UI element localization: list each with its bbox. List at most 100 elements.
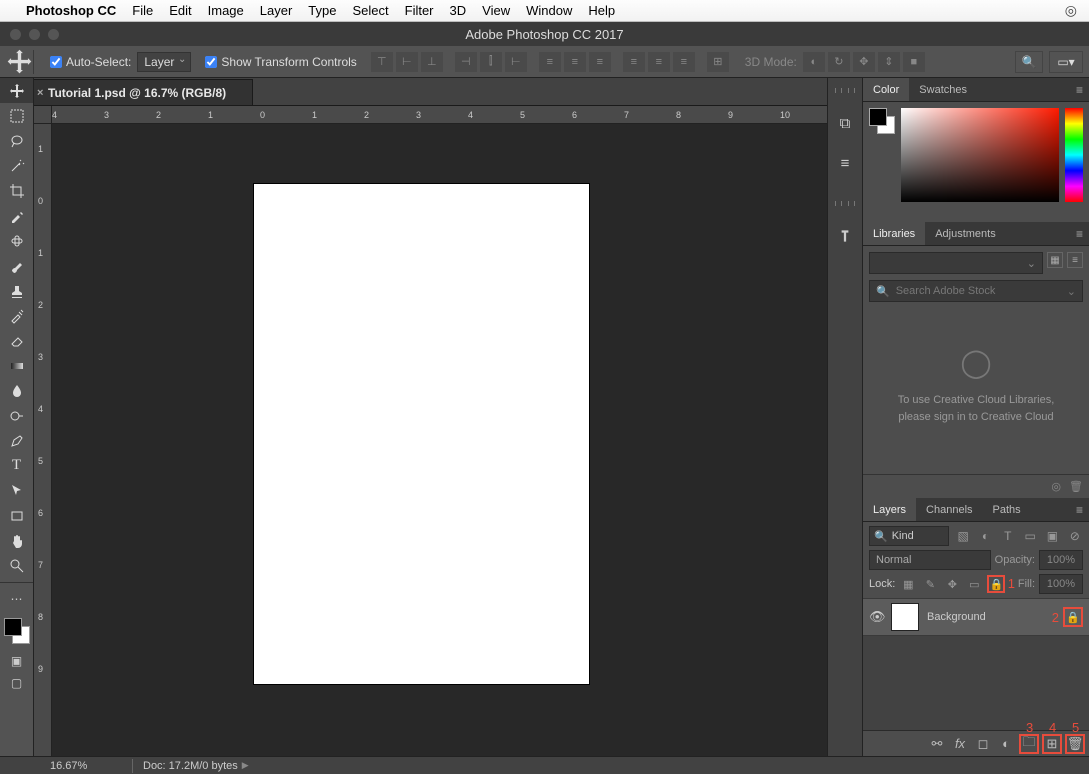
marquee-tool[interactable]	[0, 103, 33, 128]
history-panel-icon[interactable]: ⧉	[833, 111, 857, 135]
layer-fx-icon[interactable]: fx	[950, 734, 970, 754]
document-tab[interactable]: × Tutorial 1.psd @ 16.7% (RGB/8)	[34, 79, 253, 105]
adjustment-layer-icon[interactable]: ◐	[996, 734, 1016, 754]
color-swatches[interactable]	[0, 616, 33, 650]
ruler-origin[interactable]	[34, 106, 52, 124]
type-tool[interactable]: T	[0, 453, 33, 478]
lasso-tool[interactable]	[0, 128, 33, 153]
3d-slide-icon[interactable]: ⇕	[878, 52, 900, 72]
canvas[interactable]	[254, 184, 589, 684]
move-tool[interactable]	[0, 78, 33, 103]
align-top-icon[interactable]: ⊤	[371, 52, 393, 72]
distribute-4-icon[interactable]: ≡	[623, 52, 645, 72]
3d-pan-icon[interactable]: ✥	[853, 52, 875, 72]
3d-orbit-icon[interactable]: ◐	[803, 52, 825, 72]
traffic-close[interactable]	[10, 29, 21, 40]
pen-tool[interactable]	[0, 428, 33, 453]
stamp-tool[interactable]	[0, 278, 33, 303]
tab-layers[interactable]: Layers	[863, 498, 916, 521]
menu-window[interactable]: Window	[526, 3, 572, 18]
tab-color[interactable]: Color	[863, 78, 909, 101]
distribute-2-icon[interactable]: ≡	[564, 52, 586, 72]
tab-swatches[interactable]: Swatches	[909, 78, 977, 101]
opacity-value[interactable]: 100%	[1039, 550, 1083, 570]
lib-list-view-icon[interactable]: ≡	[1067, 252, 1083, 268]
libraries-panel-menu-icon[interactable]: ≡	[1070, 227, 1089, 241]
layer-lock-icon[interactable]: 🔒	[1063, 607, 1083, 627]
menu-select[interactable]: Select	[352, 3, 388, 18]
current-tool-icon[interactable]	[6, 50, 34, 74]
zoom-tool[interactable]	[0, 553, 33, 578]
filter-shape-icon[interactable]: ▭	[1022, 527, 1038, 545]
gradient-tool[interactable]	[0, 353, 33, 378]
auto-select-target[interactable]: Layer	[137, 52, 191, 72]
cc-sync-icon[interactable]: ◎	[1051, 480, 1061, 493]
align-vcenter-icon[interactable]: ⊢	[396, 52, 418, 72]
magic-wand-tool[interactable]	[0, 153, 33, 178]
canvas-viewport[interactable]: 4321012345678910 10123456789	[34, 106, 827, 756]
filter-type-icon[interactable]: T	[1000, 527, 1016, 545]
align-hcenter-icon[interactable]: ⫿	[480, 52, 502, 72]
tab-paths[interactable]: Paths	[983, 498, 1031, 521]
healing-tool[interactable]	[0, 228, 33, 253]
menu-filter[interactable]: Filter	[405, 3, 434, 18]
color-mini-swatch[interactable]	[869, 108, 895, 134]
show-transform-checkbox[interactable]	[205, 56, 217, 68]
quickmask-icon[interactable]: ▣	[0, 650, 33, 672]
filter-smart-icon[interactable]: ▣	[1044, 527, 1060, 545]
align-right-icon[interactable]: ⊢	[505, 52, 527, 72]
blur-tool[interactable]	[0, 378, 33, 403]
distribute-3-icon[interactable]: ≡	[589, 52, 611, 72]
lock-position-icon[interactable]: ✥	[943, 575, 961, 593]
properties-panel-icon[interactable]: ≡	[833, 151, 857, 175]
app-name[interactable]: Photoshop CC	[26, 3, 116, 18]
traffic-zoom[interactable]	[48, 29, 59, 40]
distribute-5-icon[interactable]: ≡	[648, 52, 670, 72]
close-tab-icon[interactable]: ×	[37, 87, 43, 99]
brush-tool[interactable]	[0, 253, 33, 278]
color-field[interactable]	[901, 108, 1059, 202]
link-layers-icon[interactable]: ⚯	[927, 734, 947, 754]
delete-layer-icon[interactable]: 🗑 5	[1065, 734, 1085, 754]
library-select[interactable]	[869, 252, 1043, 274]
filter-pixel-icon[interactable]: ▧	[955, 527, 971, 545]
menu-file[interactable]: File	[132, 3, 153, 18]
tray-cc-icon[interactable]: ◎	[1065, 2, 1077, 19]
menu-layer[interactable]: Layer	[260, 3, 293, 18]
character-panel-icon[interactable]	[833, 224, 857, 248]
blend-mode-select[interactable]: Normal	[869, 550, 991, 570]
traffic-minimize[interactable]	[29, 29, 40, 40]
ruler-horizontal[interactable]: 4321012345678910	[52, 106, 827, 124]
eyedropper-tool[interactable]	[0, 203, 33, 228]
status-zoom[interactable]: 16.67%	[50, 760, 122, 772]
search-icon[interactable]: 🔍	[1015, 51, 1043, 73]
filter-adjust-icon[interactable]: ◐	[977, 527, 993, 545]
new-layer-icon[interactable]: ⊞ 4	[1042, 734, 1062, 754]
menu-edit[interactable]: Edit	[169, 3, 191, 18]
path-select-tool[interactable]	[0, 478, 33, 503]
status-docinfo[interactable]: Doc: 17.2M/0 bytes	[143, 760, 238, 772]
fill-value[interactable]: 100%	[1039, 574, 1083, 594]
3d-roll-icon[interactable]: ↻	[828, 52, 850, 72]
library-search-input[interactable]: 🔍 Search Adobe Stock ⌄	[869, 280, 1083, 302]
tab-channels[interactable]: Channels	[916, 498, 982, 521]
layer-background[interactable]: 👁 Background 2 🔒	[863, 598, 1089, 636]
new-group-icon[interactable]: 🗀 3	[1019, 734, 1039, 754]
menu-3d[interactable]: 3D	[450, 3, 467, 18]
lib-grid-view-icon[interactable]: ▦	[1047, 252, 1063, 268]
layer-mask-icon[interactable]: ◻	[973, 734, 993, 754]
shape-tool[interactable]	[0, 503, 33, 528]
distribute-6-icon[interactable]: ≡	[673, 52, 695, 72]
menu-view[interactable]: View	[482, 3, 510, 18]
color-panel-menu-icon[interactable]: ≡	[1070, 83, 1089, 97]
history-brush-tool[interactable]	[0, 303, 33, 328]
trash-icon[interactable]: 🗑	[1069, 480, 1083, 493]
foreground-swatch[interactable]	[4, 618, 22, 636]
align-bottom-icon[interactable]: ⊥	[421, 52, 443, 72]
dodge-tool[interactable]	[0, 403, 33, 428]
ruler-vertical[interactable]: 10123456789	[34, 124, 52, 756]
layers-panel-menu-icon[interactable]: ≡	[1070, 503, 1089, 517]
hand-tool[interactable]	[0, 528, 33, 553]
layer-thumbnail[interactable]	[891, 603, 919, 631]
align-left-icon[interactable]: ⊣	[455, 52, 477, 72]
